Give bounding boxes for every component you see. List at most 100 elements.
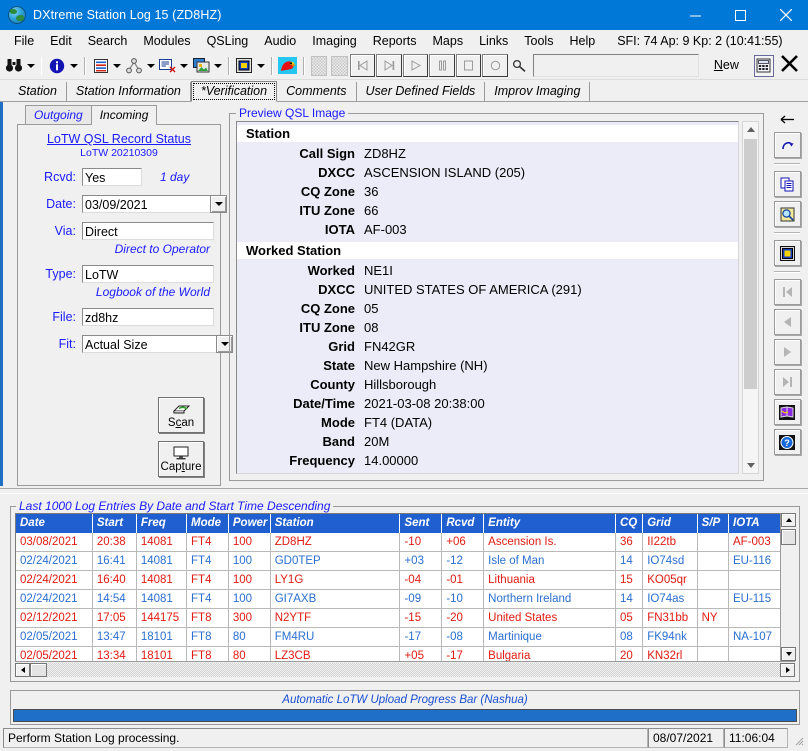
log-entries-grid[interactable]: Date Start Freq Mode Power Station Sent … xyxy=(15,513,795,677)
tab-station[interactable]: Station xyxy=(8,82,67,101)
log-list-icon[interactable] xyxy=(90,55,112,77)
scroll-down-icon[interactable] xyxy=(743,458,758,473)
next-record-button[interactable] xyxy=(774,339,801,365)
table-row[interactable]: 03/08/2021 20:38 14081 FT4 100 ZD8HZ -10… xyxy=(16,533,794,552)
copy-button[interactable] xyxy=(774,171,801,197)
menu-qsling[interactable]: QSLing xyxy=(199,32,257,50)
date-combo[interactable]: 03/09/2021 xyxy=(82,195,227,213)
binoculars-icon[interactable] xyxy=(3,55,25,77)
close-button[interactable] xyxy=(763,0,808,30)
table-row[interactable]: 02/24/2021 14:54 14081 FT4 100 GI7AXB -0… xyxy=(16,590,794,609)
menu-reports[interactable]: Reports xyxy=(365,32,425,50)
date-input[interactable]: 03/09/2021 xyxy=(82,195,210,213)
media-stop-button[interactable] xyxy=(456,54,482,77)
table-row[interactable]: 02/24/2021 16:40 14081 FT4 100 LY1G -04 … xyxy=(16,571,794,590)
via-input[interactable]: Direct xyxy=(82,222,214,240)
fit-combo[interactable]: Actual Size xyxy=(82,335,233,353)
grid-vertical-scrollbar[interactable] xyxy=(780,513,795,661)
menu-modules[interactable]: Modules xyxy=(135,32,198,50)
fit-input[interactable]: Actual Size xyxy=(82,335,216,353)
network-nodes-icon[interactable] xyxy=(123,55,145,77)
qsl-card-icon[interactable] xyxy=(157,55,179,77)
media-play-button[interactable] xyxy=(403,54,429,77)
qsl-card-dropdown-arrow[interactable] xyxy=(179,55,191,77)
column-header-sent[interactable]: Sent xyxy=(400,514,442,533)
color-frame-icon[interactable] xyxy=(234,55,256,77)
column-header-entity[interactable]: Entity xyxy=(484,514,616,533)
column-header-station[interactable]: Station xyxy=(270,514,400,533)
last-record-button[interactable] xyxy=(774,369,801,395)
grid-scroll-up-icon[interactable] xyxy=(781,513,796,527)
menu-links[interactable]: Links xyxy=(471,32,516,50)
rcvd-input[interactable]: Yes xyxy=(82,168,142,186)
table-row[interactable]: 02/05/2021 13:47 18101 FT8 80 FM4RU -17 … xyxy=(16,628,794,647)
subtab-outgoing[interactable]: Outgoing xyxy=(25,105,92,124)
menu-tools[interactable]: Tools xyxy=(516,32,561,50)
column-header-cq[interactable]: CQ xyxy=(616,514,643,533)
network-dropdown-arrow[interactable] xyxy=(145,55,157,77)
zoom-preview-button[interactable] xyxy=(774,201,801,227)
grid-horizontal-thumb[interactable] xyxy=(30,663,47,677)
binoculars-dropdown-arrow[interactable] xyxy=(25,55,37,77)
toolbar-search-input[interactable] xyxy=(533,54,699,77)
refresh-button[interactable] xyxy=(774,132,801,158)
key-search-icon[interactable] xyxy=(509,55,531,77)
menu-maps[interactable]: Maps xyxy=(425,32,472,50)
scan-button[interactable]: Scan xyxy=(158,397,204,433)
image-properties-button[interactable] xyxy=(774,240,801,266)
image-window-dropdown-arrow[interactable] xyxy=(212,55,224,77)
grid-scroll-left-icon[interactable] xyxy=(15,663,30,677)
menu-edit[interactable]: Edit xyxy=(42,32,80,50)
logbook-button[interactable] xyxy=(774,399,801,425)
type-input[interactable]: LoTW xyxy=(82,265,214,283)
tab-verification[interactable]: *Verification xyxy=(191,81,277,102)
color-frame-dropdown-arrow[interactable] xyxy=(255,55,267,77)
scroll-thumb[interactable] xyxy=(744,139,757,389)
column-header-start[interactable]: Start xyxy=(92,514,136,533)
menu-search[interactable]: Search xyxy=(80,32,136,50)
log-list-dropdown-arrow[interactable] xyxy=(112,55,124,77)
minimize-button[interactable] xyxy=(673,0,718,30)
media-skip-back-button[interactable] xyxy=(350,54,376,77)
info-dropdown-arrow[interactable] xyxy=(68,55,80,77)
image-window-icon[interactable] xyxy=(190,55,212,77)
media-pause-button[interactable] xyxy=(429,54,455,77)
resize-grip-icon[interactable] xyxy=(788,728,806,748)
maximize-button[interactable] xyxy=(718,0,763,30)
media-step-forward-button[interactable] xyxy=(376,54,402,77)
table-row[interactable]: 02/24/2021 16:41 14081 FT4 100 GD0TEP +0… xyxy=(16,552,794,571)
media-record-button[interactable] xyxy=(482,54,508,77)
column-header-mode[interactable]: Mode xyxy=(187,514,229,533)
help-button[interactable]: ? xyxy=(774,429,801,455)
column-header-rcvd[interactable]: Rcvd xyxy=(442,514,484,533)
close-record-icon[interactable] xyxy=(780,54,799,77)
menu-file[interactable]: File xyxy=(6,32,42,50)
column-header-date[interactable]: Date xyxy=(16,514,92,533)
grid-scroll-down-icon[interactable] xyxy=(781,647,796,661)
column-header-freq[interactable]: Freq xyxy=(136,514,186,533)
column-header-power[interactable]: Power xyxy=(228,514,270,533)
tab-improv-imaging[interactable]: Improv Imaging xyxy=(485,82,590,101)
menu-audio[interactable]: Audio xyxy=(256,32,304,50)
parrot-icon[interactable] xyxy=(277,55,299,77)
tab-comments[interactable]: Comments xyxy=(277,82,356,101)
new-button[interactable]: New xyxy=(703,56,750,75)
file-input[interactable]: zd8hz xyxy=(82,308,214,326)
grid-scroll-right-icon[interactable] xyxy=(780,663,795,677)
tab-station-information[interactable]: Station Information xyxy=(67,82,191,101)
calculator-icon[interactable] xyxy=(754,55,774,77)
menu-help[interactable]: Help xyxy=(561,32,603,50)
tab-user-defined-fields[interactable]: User Defined Fields xyxy=(357,82,486,101)
column-header-sp[interactable]: S/P xyxy=(697,514,728,533)
capture-button[interactable]: Capture xyxy=(158,441,204,477)
first-record-button[interactable] xyxy=(774,279,801,305)
previous-record-button[interactable] xyxy=(774,309,801,335)
scroll-up-icon[interactable] xyxy=(743,122,758,137)
grid-horizontal-track[interactable] xyxy=(47,663,780,677)
preview-vertical-scrollbar[interactable] xyxy=(742,121,759,474)
grid-vertical-thumb[interactable] xyxy=(781,529,796,545)
back-arrow-icon[interactable] xyxy=(766,110,808,128)
menu-imaging[interactable]: Imaging xyxy=(304,32,364,50)
subtab-incoming[interactable]: Incoming xyxy=(91,105,158,125)
table-row[interactable]: 02/12/2021 17:05 144175 FT8 300 N2YTF -1… xyxy=(16,609,794,628)
